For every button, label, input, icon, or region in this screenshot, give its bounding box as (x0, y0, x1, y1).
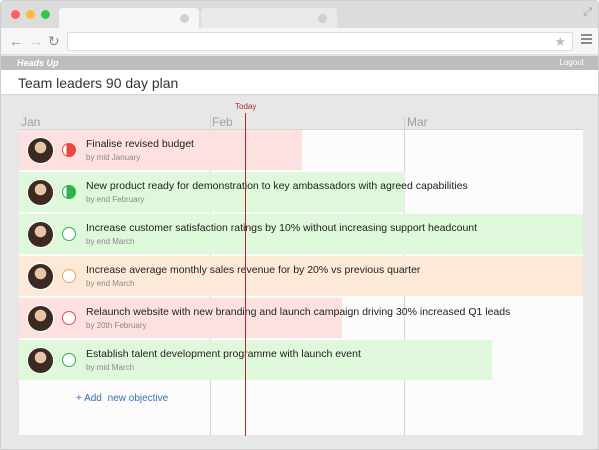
objective-row[interactable]: Establish talent development programme w… (19, 340, 583, 380)
status-indicator-icon[interactable] (62, 311, 76, 325)
brand-logo[interactable]: Heads Up (17, 57, 59, 69)
timeline-area: Jan Feb Mar Today Finalise revised budge… (1, 96, 598, 449)
objective-due-date: by 20th February (86, 321, 147, 330)
browser-toolbar: ← → ↻ ★ (1, 28, 598, 55)
avatar (27, 347, 54, 374)
tab-active[interactable] (59, 8, 199, 28)
objective-title[interactable]: New product ready for demonstration to k… (86, 180, 468, 193)
objective-row[interactable]: New product ready for demonstration to k… (19, 172, 583, 212)
objective-title[interactable]: Relaunch website with new branding and l… (86, 306, 510, 319)
expand-icon[interactable]: ⤢ (583, 7, 592, 18)
back-arrow-icon[interactable]: ← (9, 33, 23, 49)
tab-inactive[interactable] (201, 8, 337, 28)
objective-due-date: by end March (86, 279, 135, 288)
objective-due-date: by end March (86, 237, 135, 246)
status-indicator-icon[interactable] (62, 353, 76, 367)
objective-title[interactable]: Increase customer satisfaction ratings b… (86, 222, 477, 235)
hamburger-menu-icon[interactable] (581, 34, 592, 46)
add-objective-text[interactable]: new objective (108, 393, 169, 404)
zoom-window-button[interactable] (41, 10, 50, 19)
forward-arrow-icon[interactable]: → (29, 33, 43, 49)
close-window-button[interactable] (11, 10, 20, 19)
add-objective-link[interactable]: + Add (76, 393, 102, 404)
objective-title[interactable]: Finalise revised budget (86, 138, 194, 151)
objective-row[interactable]: Increase average monthly sales revenue f… (19, 256, 583, 296)
page-title: Team leaders 90 day plan (18, 75, 179, 91)
app-header: Heads Up Logout (1, 56, 598, 70)
objective-row[interactable]: Increase customer satisfaction ratings b… (19, 214, 583, 254)
objective-due-date: by mid January (86, 153, 141, 162)
objective-due-date: by mid March (86, 363, 135, 372)
status-indicator-icon[interactable] (62, 185, 76, 199)
page-title-bar: Team leaders 90 day plan (1, 70, 598, 95)
status-indicator-icon[interactable] (62, 143, 76, 157)
month-label-mar: Mar (407, 115, 428, 129)
avatar (27, 263, 54, 290)
tab-close-icon[interactable] (180, 14, 189, 23)
month-label-jan: Jan (21, 115, 41, 129)
add-objective[interactable]: + Add new objective (76, 393, 168, 405)
today-marker (245, 113, 246, 436)
objective-title[interactable]: Establish talent development programme w… (86, 348, 361, 361)
avatar (27, 305, 54, 332)
avatar (27, 221, 54, 248)
reload-icon[interactable]: ↻ (48, 33, 60, 49)
minimize-window-button[interactable] (26, 10, 35, 19)
objective-title[interactable]: Increase average monthly sales revenue f… (86, 264, 420, 277)
address-bar[interactable]: ★ (67, 32, 573, 51)
tab-strip: ⤢ (1, 1, 598, 28)
browser-window: ⤢ ← → ↻ ★ Heads Up Logout Team leaders 9… (0, 0, 599, 450)
status-indicator-icon[interactable] (62, 227, 76, 241)
tab-close-icon[interactable] (318, 14, 327, 23)
month-label-feb: Feb (212, 115, 233, 129)
logout-link[interactable]: Logout (560, 57, 584, 69)
objective-due-date: by end February (86, 195, 145, 204)
today-label: Today (235, 102, 257, 111)
avatar (27, 137, 54, 164)
objective-row[interactable]: Relaunch website with new branding and l… (19, 298, 583, 338)
star-icon[interactable]: ★ (554, 34, 566, 49)
objective-row[interactable]: Finalise revised budget by mid January (19, 130, 583, 170)
status-indicator-icon[interactable] (62, 269, 76, 283)
avatar (27, 179, 54, 206)
